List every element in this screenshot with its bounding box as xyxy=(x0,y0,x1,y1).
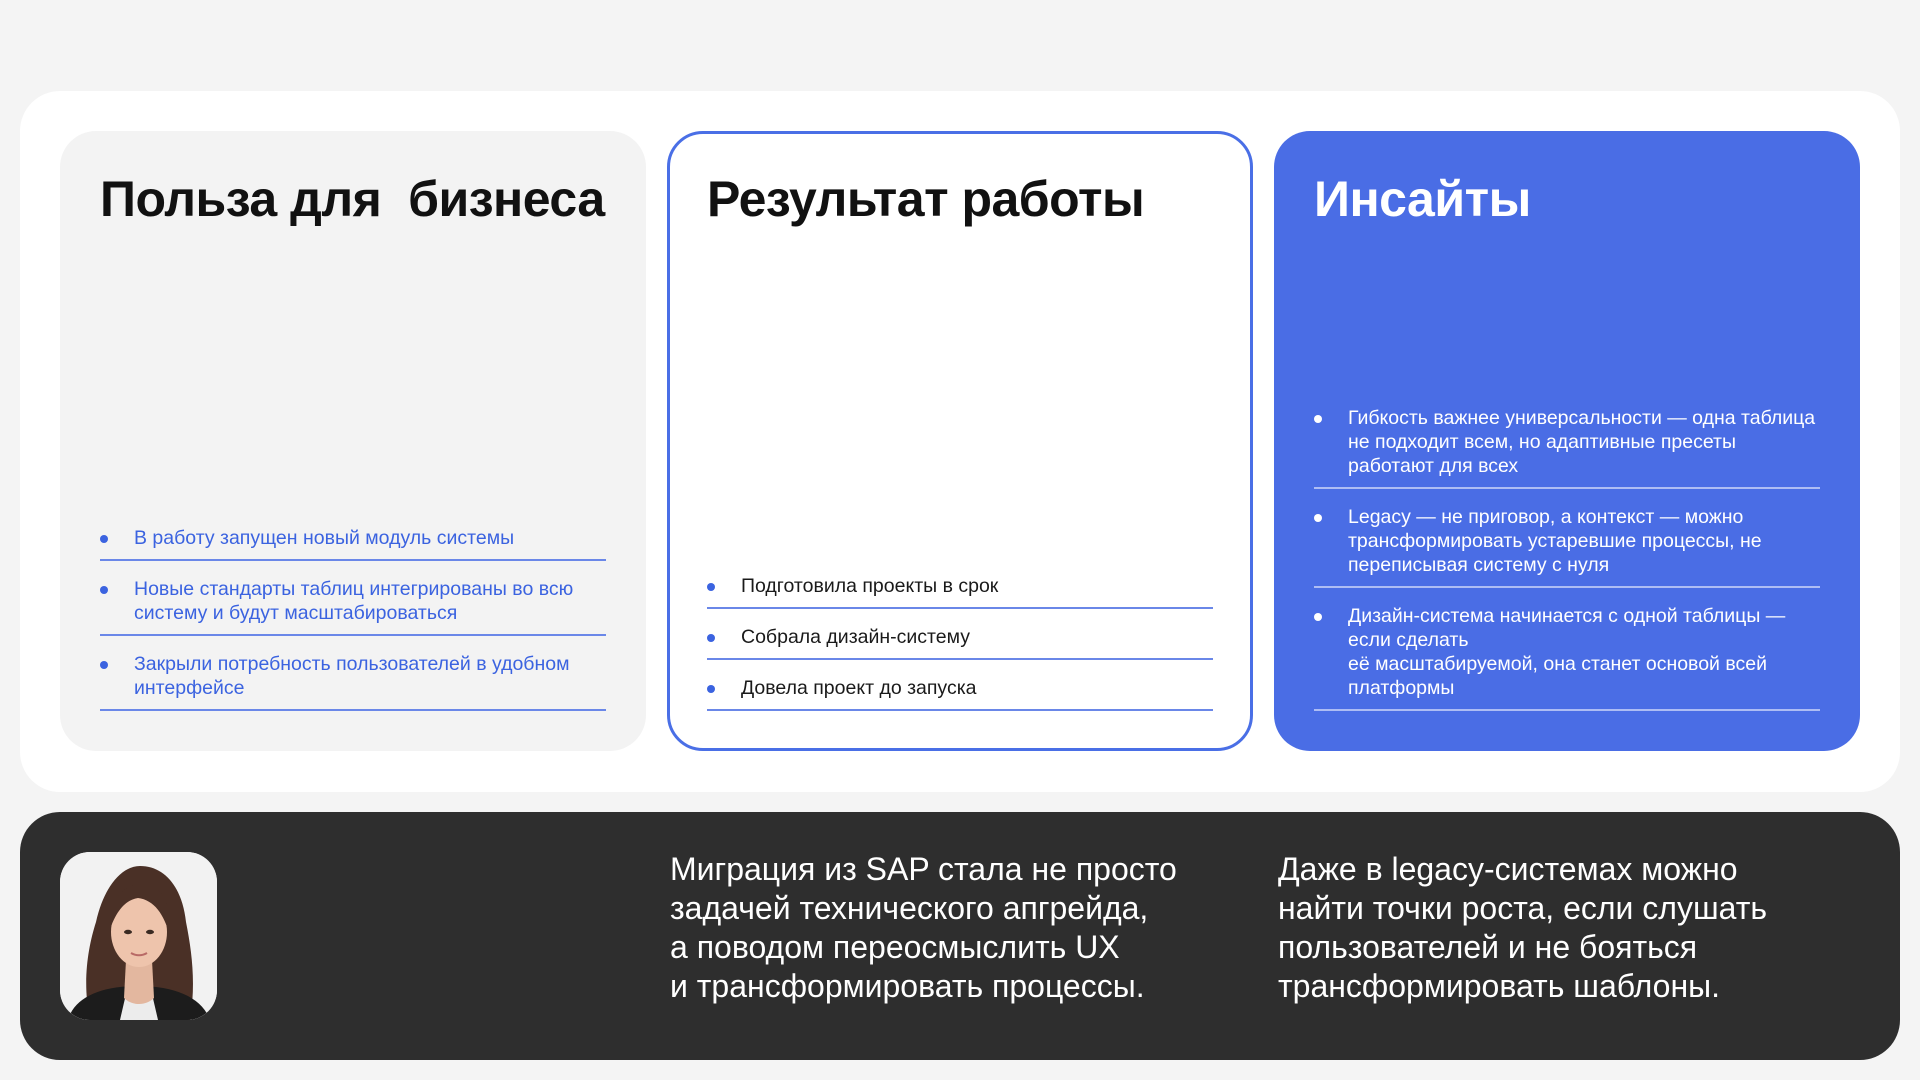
bullet-icon xyxy=(100,535,108,543)
list-item-text: Гибкость важнее универсальности — одна т… xyxy=(1348,407,1816,477)
list-item: Собрала дизайн-систему xyxy=(707,625,1213,660)
list-item: Дизайн-система начинается с одной таблиц… xyxy=(1314,604,1820,711)
portrait-image xyxy=(60,852,217,1020)
list-item-text: Дизайн-система начинается с одной таблиц… xyxy=(1348,605,1786,699)
list-item: Legacy — не приговор, а контекст — можно… xyxy=(1314,505,1820,588)
list-item-text: Legacy — не приговор, а контекст — можно… xyxy=(1348,506,1762,576)
list-item: Гибкость важнее универсальности — одна т… xyxy=(1314,406,1820,489)
list-item: Подготовила проекты в срок xyxy=(707,574,1213,609)
bullet-icon xyxy=(1314,514,1322,522)
bullet-icon xyxy=(100,586,108,594)
insights-list: Гибкость важнее универсальности — одна т… xyxy=(1314,390,1820,711)
cards-panel: Польза для бизнеса В работу запущен новы… xyxy=(20,91,1900,792)
list-item-text: Довела проект до запуска xyxy=(741,677,977,699)
insights-title: Инсайты xyxy=(1314,171,1531,227)
quote-legacy-growth: Даже в legacy-системах можно найти точки… xyxy=(1278,851,1768,1004)
author-avatar xyxy=(60,852,217,1020)
bullet-icon xyxy=(707,583,715,591)
quote-panel: Миграция из SAP стала не просто задачей … xyxy=(20,812,1900,1060)
list-item-text: Закрыли потребность пользователей в удоб… xyxy=(134,653,570,699)
list-item-text: В работу запущен новый модуль системы xyxy=(134,527,515,549)
bullet-icon xyxy=(100,661,108,669)
list-item: Довела проект до запуска xyxy=(707,676,1213,711)
bullet-icon xyxy=(1314,415,1322,423)
list-item: В работу запущен новый модуль системы xyxy=(100,526,606,561)
bullet-icon xyxy=(707,685,715,693)
list-item-text: Собрала дизайн-систему xyxy=(741,626,970,648)
work-result-card: Результат работы Подготовила проекты в с… xyxy=(667,131,1253,751)
list-item: Закрыли потребность пользователей в удоб… xyxy=(100,652,606,711)
business-value-title: Польза для бизнеса xyxy=(100,171,605,227)
bullet-icon xyxy=(707,634,715,642)
list-item: Новые стандарты таблиц интегрированы во … xyxy=(100,577,606,636)
list-item-text: Новые стандарты таблиц интегрированы во … xyxy=(134,578,574,624)
list-item-text: Подготовила проекты в срок xyxy=(741,575,999,597)
work-result-title: Результат работы xyxy=(707,171,1145,227)
business-value-card: Польза для бизнеса В работу запущен новы… xyxy=(60,131,646,751)
bullet-icon xyxy=(1314,613,1322,621)
insights-card: Инсайты Гибкость важнее универсальности … xyxy=(1274,131,1860,751)
quote-sap-migration: Миграция из SAP стала не просто задачей … xyxy=(670,851,1177,1004)
work-result-list: Подготовила проекты в срок Собрала дизай… xyxy=(707,558,1213,711)
business-value-list: В работу запущен новый модуль системы Но… xyxy=(100,510,606,711)
